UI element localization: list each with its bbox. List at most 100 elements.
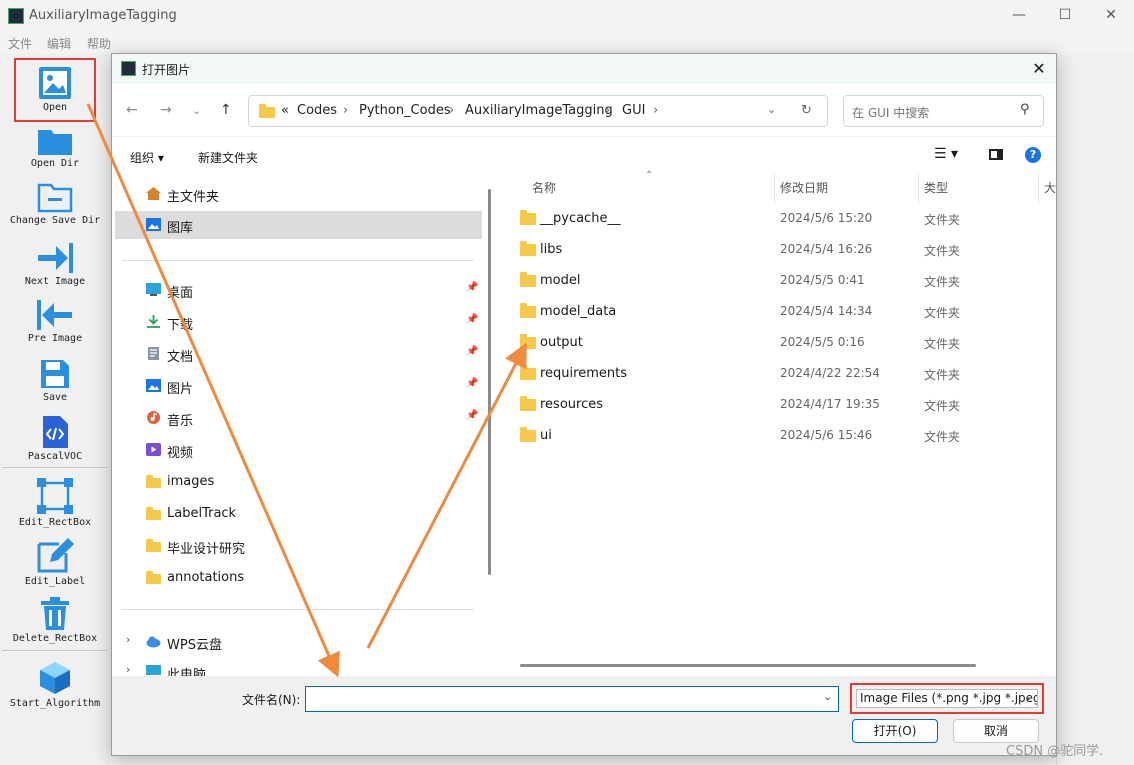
- file-row[interactable]: requirements 2024/4/22 22:54 文件夹: [516, 358, 1056, 389]
- refresh-icon[interactable]: ↻: [801, 103, 812, 118]
- breadcrumb-codes[interactable]: Codes: [297, 103, 337, 118]
- folder-minus-icon: [37, 183, 73, 213]
- nav-item-folder[interactable]: annotations: [112, 564, 482, 592]
- folder-icon: [259, 104, 275, 118]
- horizontal-scrollbar[interactable]: [520, 664, 976, 667]
- column-type-header[interactable]: 类型: [924, 179, 948, 196]
- search-box[interactable]: 在 GUI 中搜索 ⚲: [843, 95, 1044, 127]
- breadcrumb-python-codes[interactable]: Python_Codes: [359, 103, 451, 118]
- dialog-title: 打开图片: [142, 63, 191, 77]
- back-arrow-icon[interactable]: ←: [126, 102, 138, 118]
- nav-label: LabelTrack: [167, 506, 237, 521]
- pin-icon[interactable]: 📌: [466, 314, 478, 325]
- nav-item-this-pc[interactable]: › 此电脑: [112, 658, 482, 676]
- sort-up-icon: ⌃: [645, 170, 654, 181]
- nav-item-home[interactable]: 主文件夹: [112, 180, 482, 208]
- file-row[interactable]: resources 2024/4/17 19:35 文件夹: [516, 389, 1056, 420]
- breadcrumb-auxiliaryimagetagging[interactable]: AuxiliaryImageTagging: [465, 103, 613, 118]
- file-row[interactable]: model_data 2024/5/4 14:34 文件夹: [516, 296, 1056, 327]
- file-row[interactable]: ui 2024/5/6 15:46 文件夹: [516, 420, 1056, 451]
- pin-icon[interactable]: 📌: [466, 282, 478, 293]
- nav-divider: [122, 260, 474, 261]
- column-separator[interactable]: [918, 174, 919, 204]
- expand-chevron-icon[interactable]: ›: [126, 663, 130, 676]
- nav-scrollbar[interactable]: [488, 189, 491, 575]
- search-icon[interactable]: ⚲: [1020, 102, 1030, 117]
- search-placeholder: 在 GUI 中搜索: [852, 106, 930, 120]
- nav-item-folder[interactable]: images: [112, 468, 482, 496]
- pin-icon[interactable]: 📌: [466, 410, 478, 421]
- nav-item-music[interactable]: 音乐 📌: [112, 404, 482, 432]
- tool-next-image-button[interactable]: Next Image: [0, 242, 110, 287]
- tool-start-algorithm-button[interactable]: Start_Algorithm: [0, 660, 110, 709]
- nav-label: 视频: [167, 446, 194, 461]
- nav-item-videos[interactable]: 视频: [112, 436, 482, 464]
- open-button[interactable]: 打开(O): [852, 719, 938, 743]
- nav-item-pictures[interactable]: 图片 📌: [112, 372, 482, 400]
- column-size-header[interactable]: 大: [1044, 179, 1056, 196]
- file-row[interactable]: output 2024/5/5 0:16 文件夹: [516, 327, 1056, 358]
- toolbar-divider: [2, 467, 107, 468]
- nav-item-downloads[interactable]: 下载 📌: [112, 308, 482, 336]
- column-separator[interactable]: [774, 174, 775, 204]
- tool-change-save-dir-button[interactable]: Change Save Dir: [0, 181, 110, 226]
- column-name-header[interactable]: 名称: [532, 179, 556, 196]
- tool-pascalvoc-button[interactable]: PascalVOC: [0, 415, 110, 462]
- close-button[interactable]: ✕: [1088, 0, 1134, 30]
- nav-item-folder[interactable]: LabelTrack: [112, 500, 482, 528]
- file-row[interactable]: model 2024/5/5 0:41 文件夹: [516, 265, 1056, 296]
- download-icon: [147, 315, 160, 328]
- nav-item-gallery[interactable]: 图库: [115, 211, 482, 239]
- file-row[interactable]: libs 2024/5/4 16:26 文件夹: [516, 234, 1056, 265]
- tool-edit-rectbox-button[interactable]: Edit_RectBox: [0, 477, 110, 528]
- preview-pane-icon[interactable]: [989, 149, 1003, 160]
- tool-delete-rectbox-button[interactable]: Delete_RectBox: [0, 597, 110, 644]
- app-logo-icon: [8, 8, 24, 24]
- folder-icon: [520, 427, 536, 442]
- filetype-select[interactable]: Image Files (*.png *.jpg *.jpeg: [856, 689, 1038, 708]
- recent-chevron-icon[interactable]: ⌄: [192, 104, 201, 117]
- breadcrumb-gui[interactable]: GUI: [622, 103, 645, 118]
- view-menu-icon[interactable]: ☰ ▾: [934, 146, 958, 162]
- menu-file[interactable]: 文件: [8, 35, 32, 52]
- maximize-button[interactable]: ☐: [1042, 0, 1088, 30]
- file-row[interactable]: __pycache__ 2024/5/6 15:20 文件夹: [516, 203, 1056, 234]
- nav-item-folder[interactable]: 毕业设计研究: [112, 532, 482, 560]
- column-separator[interactable]: [1038, 174, 1039, 204]
- nav-label: 文档: [167, 350, 194, 365]
- filetype-dropdown-icon[interactable]: ⌄: [1024, 690, 1033, 703]
- tool-open-dir-button[interactable]: Open Dir: [0, 126, 110, 169]
- breadcrumb-overflow[interactable]: «: [281, 103, 289, 118]
- filename-input[interactable]: [305, 686, 839, 712]
- tool-save-button[interactable]: Save: [0, 358, 110, 403]
- column-date-header[interactable]: 修改日期: [780, 179, 828, 196]
- menu-edit[interactable]: 编辑: [47, 35, 71, 52]
- file-type: 文件夹: [924, 213, 961, 227]
- tool-edit-label-button[interactable]: Edit_Label: [0, 536, 110, 587]
- menu-help[interactable]: 帮助: [87, 35, 111, 52]
- address-bar[interactable]: « Codes › Python_Codes › AuxiliaryImageT…: [248, 95, 828, 127]
- dialog-close-button[interactable]: ✕: [1026, 57, 1052, 81]
- minimize-button[interactable]: —: [996, 0, 1042, 30]
- nav-label: 图库: [167, 221, 194, 236]
- computer-icon: [146, 665, 161, 675]
- pin-icon[interactable]: 📌: [466, 378, 478, 389]
- arrow-left-icon: [37, 300, 72, 330]
- help-icon[interactable]: ?: [1025, 147, 1041, 163]
- address-dropdown-icon[interactable]: ⌄: [767, 103, 776, 116]
- forward-arrow-icon[interactable]: →: [160, 102, 172, 118]
- nav-item-wps-cloud[interactable]: › WPS云盘: [112, 628, 482, 656]
- expand-chevron-icon[interactable]: ›: [126, 633, 130, 646]
- file-type: 文件夹: [924, 399, 961, 413]
- dialog-titlebar: 打开图片 ✕: [112, 54, 1056, 84]
- nav-divider: [122, 609, 474, 610]
- organize-button[interactable]: 组织 ▾: [130, 149, 164, 166]
- filename-dropdown-icon[interactable]: ⌄: [823, 690, 832, 703]
- new-folder-button[interactable]: 新建文件夹: [198, 149, 258, 166]
- pin-icon[interactable]: 📌: [466, 346, 478, 357]
- tool-pre-image-button[interactable]: Pre Image: [0, 299, 110, 344]
- dialog-footer: 文件名(N): ⌄ Image Files (*.png *.jpg *.jpe…: [112, 676, 1056, 755]
- nav-item-desktop[interactable]: 桌面 📌: [112, 276, 482, 304]
- nav-item-documents[interactable]: 文档 📌: [112, 340, 482, 368]
- up-arrow-icon[interactable]: ↑: [220, 102, 232, 118]
